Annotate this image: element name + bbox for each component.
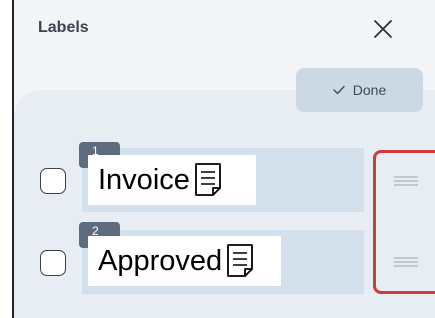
- done-button[interactable]: Done: [296, 68, 423, 112]
- document-icon: [194, 163, 221, 196]
- done-label: Done: [352, 82, 387, 98]
- label-name: Approved: [98, 244, 223, 277]
- labels-sheet: Labels Done 1 Invoice 2 Approved: [0, 0, 435, 318]
- page-title: Labels: [38, 19, 89, 36]
- label-checkbox[interactable]: [40, 168, 66, 194]
- label-chip[interactable]: Invoice: [88, 155, 256, 205]
- label-chip[interactable]: Approved: [88, 236, 281, 286]
- highlight-box: [373, 150, 435, 294]
- checkmark-icon: [333, 85, 345, 95]
- document-icon: [227, 244, 254, 277]
- label-checkbox[interactable]: [40, 250, 66, 276]
- label-name: Invoice: [98, 163, 190, 196]
- close-icon[interactable]: [372, 18, 394, 40]
